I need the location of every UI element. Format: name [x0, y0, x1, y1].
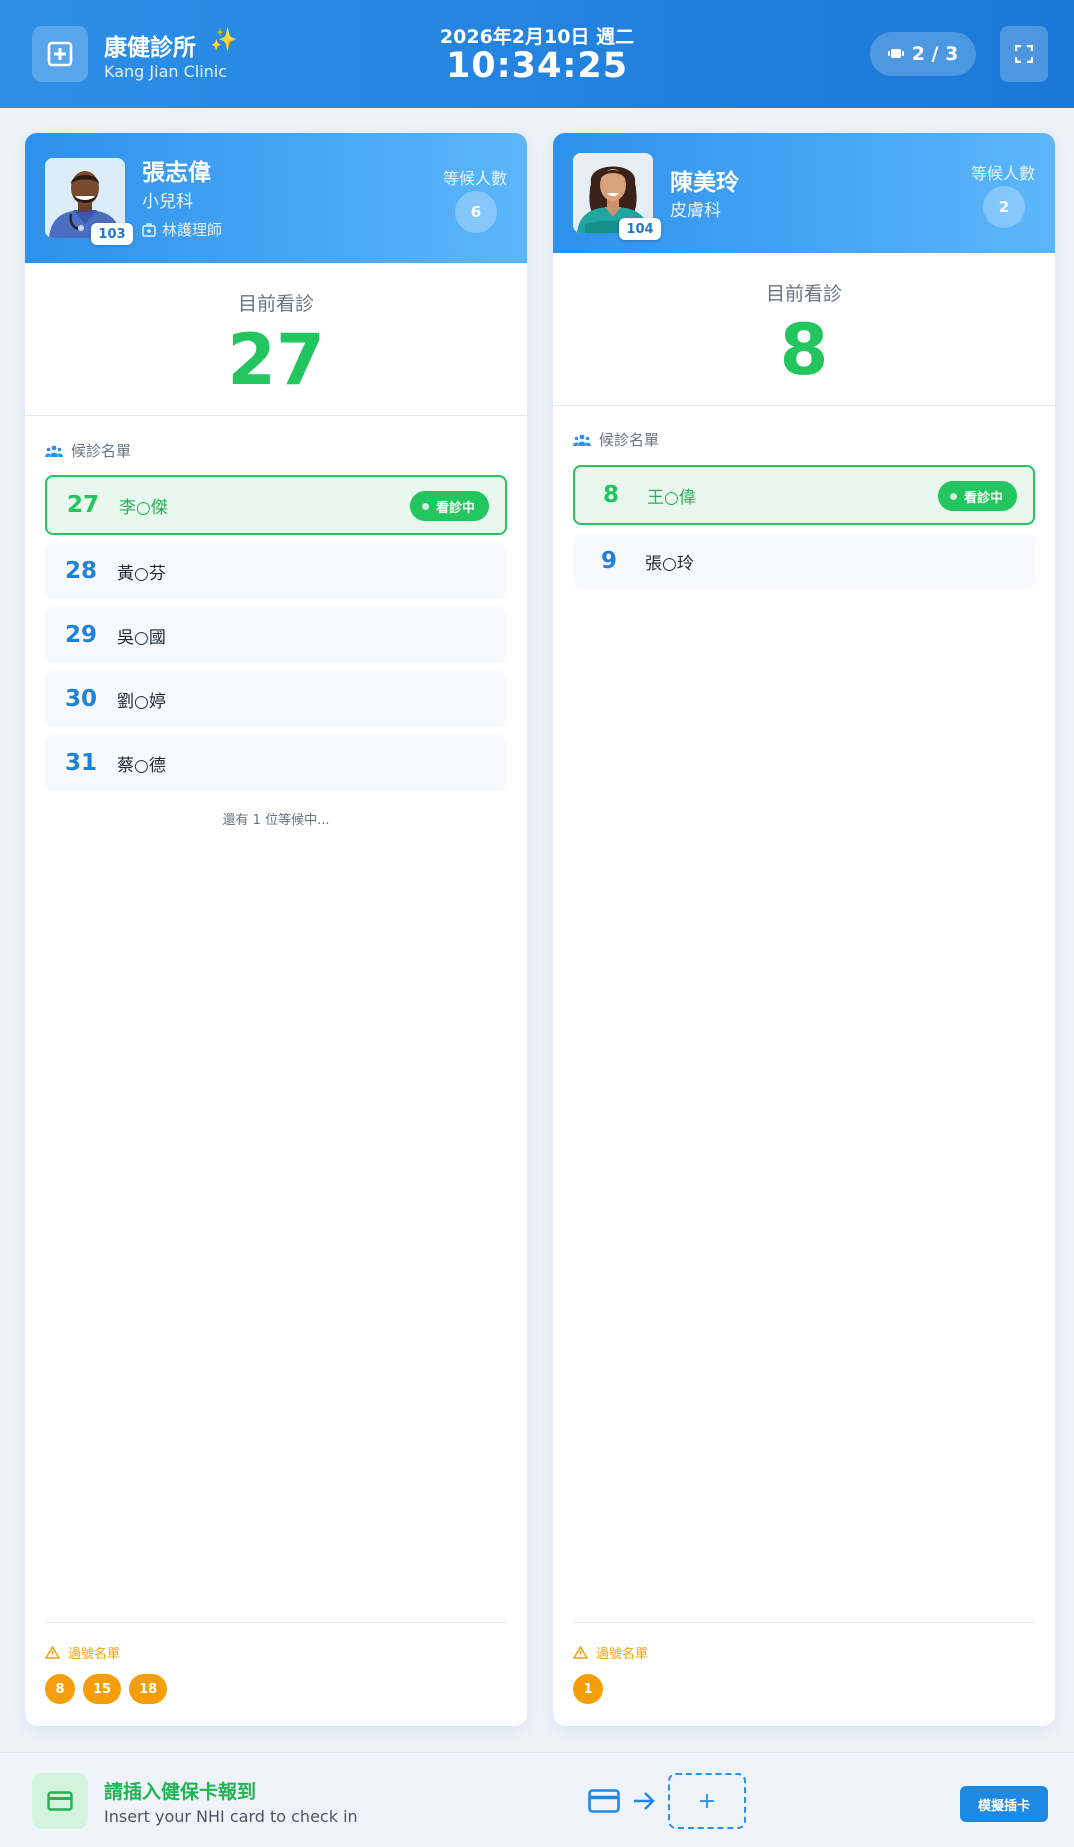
queue-number: 31 [64, 750, 97, 776]
waiting-count: 2 [983, 186, 1025, 228]
queue-number: 28 [64, 558, 97, 584]
divider [553, 405, 1055, 406]
divider [45, 1622, 507, 1623]
waiting-count-label: 等候人數 [970, 164, 1035, 183]
card-insert-flow: + [588, 1773, 746, 1829]
in-consultation-badge: 看診中 [409, 491, 489, 521]
missed-list-title-text: 過號名單 [68, 1647, 121, 1662]
nurse-name: 林護理師 [162, 221, 223, 239]
nhi-card-icon-box [32, 1773, 88, 1829]
doctor-card-header: 104 陳美玲 皮膚科 等候人數 2 [553, 133, 1055, 253]
queue-row: 29 吳○國 [45, 607, 507, 663]
check-in-title: 請插入健保卡報到 [104, 1781, 257, 1803]
status-dot [421, 502, 429, 510]
queue-row: 31 蔡○德 [45, 735, 507, 791]
patient-name: 黃○芬 [117, 563, 166, 584]
queue-number: 29 [64, 622, 97, 648]
doctor-department: 小兒科 [142, 192, 193, 212]
users-icon [573, 434, 591, 446]
queue-row: 9 張○玲 [573, 533, 1035, 589]
now-serving-label: 目前看診 [765, 283, 842, 305]
divider [573, 1622, 1035, 1623]
missed-list-title: 過號名單 [573, 1643, 648, 1662]
patient-name: 吳○國 [117, 627, 166, 648]
patient-name: 劉○婷 [117, 691, 166, 712]
patient-name: 李○傑 [119, 497, 168, 518]
fullscreen-icon [1015, 45, 1033, 63]
credit-card-icon [47, 1791, 73, 1811]
queue-number: 9 [600, 548, 617, 574]
queue-list-title-text: 候診名單 [71, 442, 132, 460]
queue-number: 30 [64, 686, 97, 712]
queue-list-title-text: 候診名單 [599, 431, 660, 449]
waiting-count: 6 [455, 191, 497, 233]
queue-list-title: 候診名單 [573, 429, 659, 450]
missed-number-chip: 15 [83, 1674, 122, 1704]
doctor-card-header: 103 張志偉 小兒科 林護理師 等候人數 6 [25, 133, 527, 263]
doctor-name: 陳美玲 [670, 170, 739, 196]
status-text: 看診中 [963, 490, 1003, 506]
waiting-count-label: 等候人數 [442, 169, 507, 188]
now-serving-label: 目前看診 [237, 293, 314, 315]
page-indicator[interactable]: 2 / 3 [870, 32, 976, 76]
room-number-badge: 103 [91, 223, 133, 245]
credit-card-icon [588, 1789, 620, 1813]
queue-list-title: 候診名單 [45, 440, 131, 461]
queue-row: 28 黃○芬 [45, 543, 507, 599]
page-indicator-text: 2 / 3 [911, 43, 959, 65]
missed-number-chip: 8 [45, 1674, 75, 1704]
nurse-info: 林護理師 [142, 219, 222, 240]
check-in-subtitle: Insert your NHI card to check in [104, 1807, 358, 1826]
missed-list-title-text: 過號名單 [596, 1647, 649, 1662]
now-serving-number: 8 [779, 309, 829, 391]
patient-name: 張○玲 [645, 553, 694, 574]
users-icon [45, 445, 63, 457]
now-serving-number: 27 [227, 319, 325, 401]
queue-row-current: 8 王○偉 看診中 [573, 465, 1035, 525]
fullscreen-button[interactable] [1000, 26, 1048, 82]
missed-list: 1 [573, 1674, 603, 1704]
more-waiting-note: 還有 1 位等候中... [222, 813, 330, 828]
queue-number: 27 [66, 492, 99, 518]
simulate-insert-card-button[interactable]: 模擬插卡 [960, 1786, 1048, 1822]
doctor-card: 103 張志偉 小兒科 林護理師 等候人數 6 目前看診 27 候診名單 27 … [25, 133, 527, 1726]
doctor-card: 104 陳美玲 皮膚科 等候人數 2 目前看診 8 候診名單 8 王○偉 看診中… [553, 133, 1055, 1726]
patient-name: 王○偉 [647, 487, 696, 508]
nurse-badge-icon [142, 222, 156, 237]
queue-list: 27 李○傑 看診中 28 黃○芬 29 吳○國 30 劉○婷 31 蔡○德 [45, 475, 507, 799]
check-in-footer: 請插入健保卡報到 Insert your NHI card to check i… [0, 1752, 1074, 1847]
in-consultation-badge: 看診中 [937, 481, 1017, 511]
patient-name: 蔡○德 [117, 755, 166, 776]
doctor-name: 張志偉 [142, 160, 211, 186]
warning-icon [45, 1646, 60, 1659]
warning-icon [573, 1646, 588, 1659]
card-slot-dropzone[interactable]: + [668, 1773, 746, 1829]
queue-row-current: 27 李○傑 看診中 [45, 475, 507, 535]
doctor-department: 皮膚科 [670, 201, 721, 221]
missed-number-chip: 1 [573, 1674, 603, 1704]
missed-number-chip: 18 [129, 1674, 168, 1704]
room-number-badge: 104 [619, 218, 661, 240]
queue-row: 30 劉○婷 [45, 671, 507, 727]
divider [25, 415, 527, 416]
missed-list: 8 15 18 [45, 1674, 168, 1704]
queue-number: 8 [602, 482, 619, 508]
top-header: 康健診所 ✨ Kang Jian Clinic 2026年2月10日 週二 10… [0, 0, 1074, 108]
missed-list-title: 過號名單 [45, 1643, 120, 1662]
status-dot [949, 492, 957, 500]
status-text: 看診中 [435, 500, 475, 516]
queue-list: 8 王○偉 看診中 9 張○玲 [573, 465, 1035, 597]
arrow-right-icon [634, 1792, 655, 1810]
tv-icon [887, 49, 904, 58]
